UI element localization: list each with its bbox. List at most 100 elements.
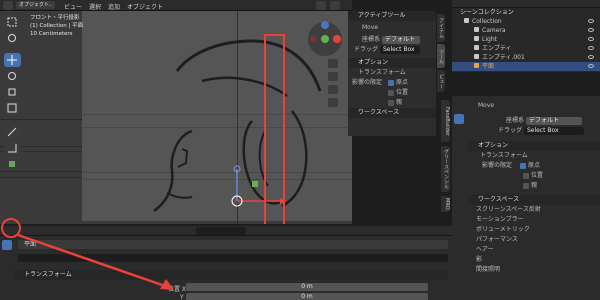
sidebar-n-panel: アクティブツール Move 座標系 デフォルト ドラッグ Select Box … <box>348 11 436 136</box>
mode-dropdown[interactable]: オブジェクト.. <box>16 1 56 9</box>
xray-toggle-button[interactable] <box>330 1 340 10</box>
navigation-gizmo[interactable] <box>305 19 345 59</box>
viewport-header: オブジェクト.. ビュー 選択 追加 オブジェクト <box>0 0 352 11</box>
active-tool-header[interactable]: アクティブツール <box>348 11 436 21</box>
props-orientation-dropdown[interactable]: デフォルト <box>525 116 582 125</box>
scene-collection-header[interactable]: シーンコレクション <box>452 8 600 17</box>
workspace-section-label: モーションブラー <box>476 216 524 223</box>
pan-hand-icon[interactable] <box>328 72 338 81</box>
props-tool-name: Move <box>478 102 495 109</box>
object-type-icon <box>474 36 479 41</box>
workspace-section-item[interactable]: モーションブラー <box>468 215 600 225</box>
workspace-section-item[interactable]: 影 <box>468 255 600 265</box>
visibility-eye-icon[interactable] <box>588 46 594 50</box>
3d-viewport[interactable]: フロント・平行投影 (1) Collection | 平面 10 Centime… <box>0 11 352 224</box>
props-drag-dropdown[interactable]: Select Box <box>523 126 584 135</box>
props-options-header[interactable]: オプション <box>468 141 600 151</box>
tab-mro[interactable]: MRO <box>441 196 450 212</box>
add-cube-tool[interactable] <box>4 157 21 171</box>
outliner: シーンコレクション Collection Camera Light エンプティ エンプテ… <box>452 0 600 72</box>
workspace-section-item[interactable]: 間接照明 <box>468 265 600 275</box>
workspace-section-item[interactable]: ヘアー <box>468 245 600 255</box>
props-parents-label: 親 <box>531 182 538 189</box>
visibility-eye-icon[interactable] <box>588 37 594 41</box>
affect-only-label: 影響の限定 <box>352 79 383 86</box>
menu-view[interactable]: ビュー <box>64 4 82 11</box>
object-type-icon <box>474 63 479 68</box>
visibility-eye-icon[interactable] <box>588 19 594 23</box>
locations-checkbox[interactable] <box>388 89 394 96</box>
location-x-field[interactable]: 0 m <box>186 283 428 291</box>
outliner-item[interactable]: エンプティ <box>452 44 600 53</box>
outliner-item-label: Light <box>482 36 497 43</box>
cursor-tool[interactable] <box>4 31 21 45</box>
move-tool[interactable] <box>4 53 21 67</box>
outliner-item[interactable]: エンプティ.001 <box>452 53 600 62</box>
object-type-icon <box>474 45 479 50</box>
output-props-tab[interactable] <box>454 128 464 138</box>
orientation-label: 座標系 <box>362 36 381 43</box>
visibility-eye-icon[interactable] <box>588 28 594 32</box>
props-orientation-label: 座標系 <box>506 117 525 124</box>
world-props-tab[interactable] <box>454 170 464 180</box>
props-workspace-header[interactable]: ワークスペース <box>468 195 600 205</box>
grid-view-icon[interactable] <box>328 98 338 107</box>
measure-tool[interactable] <box>4 141 21 155</box>
workspace-section-item[interactable]: ボリューメトリック <box>468 225 600 235</box>
workspace-section-label: スクリーンスペース反射 <box>476 206 541 213</box>
options-header[interactable]: オプション <box>348 58 436 68</box>
transform-gizmo[interactable] <box>220 161 290 221</box>
workspace-section-item[interactable]: スクリーンスペース反射 <box>468 205 600 215</box>
tab-facebuilder[interactable]: FaceBuilder <box>441 100 450 142</box>
move-tool-name: Move <box>362 24 379 31</box>
tab-item[interactable]: アイテム <box>437 14 445 42</box>
object-type-icon <box>464 18 469 23</box>
grid-scale: 10 Centimeters <box>30 31 73 37</box>
props-locations-checkbox[interactable] <box>523 172 529 179</box>
rotate-tool[interactable] <box>4 69 21 83</box>
scale-tool[interactable] <box>4 85 21 99</box>
visibility-eye-icon[interactable] <box>588 64 594 68</box>
outliner-item[interactable]: Light <box>452 35 600 44</box>
origins-label: 原点 <box>395 79 408 86</box>
tab-view[interactable]: ビュー <box>437 70 445 92</box>
outliner-item[interactable]: 平面 <box>452 62 600 71</box>
outliner-item[interactable]: Collection <box>452 17 600 26</box>
viewport-info: フロント・平行投影 (1) Collection | 平面 10 Centime… <box>30 14 83 38</box>
tool-props-tab[interactable] <box>454 100 464 110</box>
properties-editor: Move 座標系 デフォルト ドラッグ Select Box オプション トラン… <box>452 96 600 300</box>
parents-checkbox[interactable] <box>388 99 394 106</box>
bottom-search-field[interactable] <box>196 227 246 235</box>
overlay-toggle-button[interactable] <box>316 1 326 10</box>
orientation-dropdown[interactable]: デフォルト <box>381 35 420 44</box>
object-type-icon <box>474 27 479 32</box>
menu-add[interactable]: 追加 <box>108 4 120 11</box>
menu-object[interactable]: オブジェクト <box>127 4 163 11</box>
props-parents-checkbox[interactable] <box>523 182 529 189</box>
render-props-tab[interactable] <box>454 114 464 124</box>
transform-subheader[interactable]: トランスフォーム <box>348 68 436 78</box>
workspace-section-item[interactable]: パフォーマンス <box>468 235 600 245</box>
tab-grease-pencil[interactable]: グリースペンシル <box>441 146 450 192</box>
annotate-tool[interactable] <box>4 125 21 139</box>
workspace-section-label: パフォーマンス <box>476 236 518 243</box>
workspace-header[interactable]: ワークスペース <box>348 108 436 118</box>
props-locations-label: 位置 <box>531 172 544 179</box>
location-y-field[interactable]: 0 m <box>186 293 428 300</box>
menu-select[interactable]: 選択 <box>89 4 101 11</box>
zoom-icon[interactable] <box>328 59 338 68</box>
drag-dropdown[interactable]: Select Box <box>379 45 420 54</box>
transform-tool[interactable] <box>4 101 21 115</box>
tab-tool[interactable]: ツール <box>437 44 445 68</box>
editor-type-button[interactable] <box>3 1 13 10</box>
view-layer-props-tab[interactable] <box>454 142 464 152</box>
visibility-eye-icon[interactable] <box>588 55 594 59</box>
props-transform-subheader[interactable]: トランスフォーム <box>468 151 600 161</box>
outliner-item-label: エンプティ <box>482 45 512 52</box>
props-origins-checkbox[interactable] <box>519 162 526 169</box>
scene-props-tab[interactable] <box>454 156 464 166</box>
select-box-tool[interactable] <box>4 15 21 29</box>
origins-checkbox[interactable] <box>387 79 394 86</box>
outliner-item[interactable]: Camera <box>452 26 600 35</box>
camera-view-icon[interactable] <box>328 85 338 94</box>
